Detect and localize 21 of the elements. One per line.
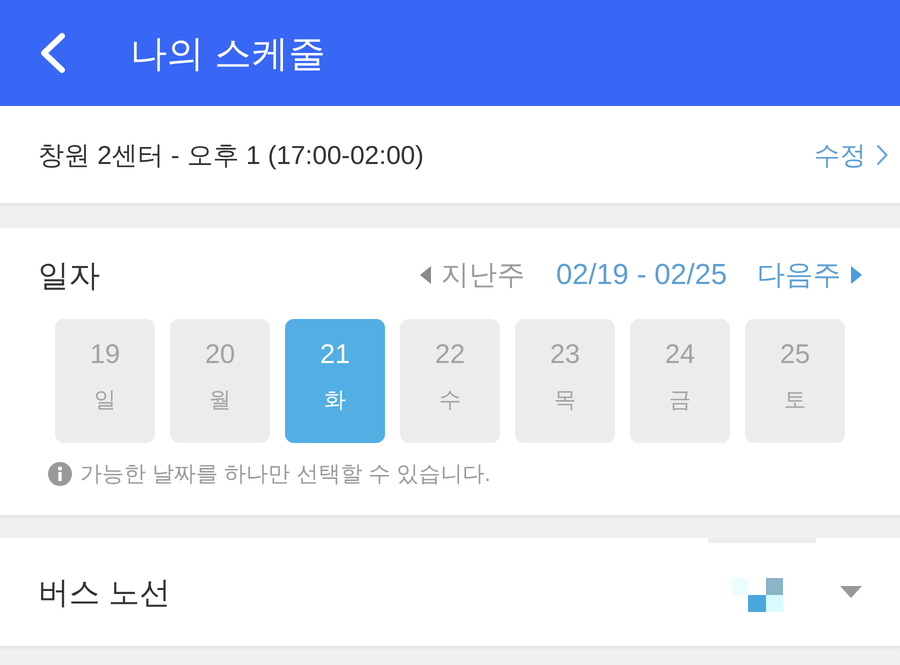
bus-route-label: 버스 노선 <box>38 576 171 608</box>
day-tile[interactable]: 23 목 <box>515 319 615 443</box>
day-tile[interactable]: 19 일 <box>55 319 155 443</box>
dropdown-caret-icon[interactable] <box>840 586 862 598</box>
right-triangle-icon <box>851 266 862 284</box>
info-icon <box>48 462 72 486</box>
edit-link[interactable]: 수정 <box>814 142 888 168</box>
shift-text: 창원 2센터 - 오후 1 (17:00-02:00) <box>38 142 424 168</box>
day-tile[interactable]: 24 금 <box>630 319 730 443</box>
chevron-right-icon <box>876 144 888 166</box>
day-tile[interactable]: 21 화 <box>285 319 385 443</box>
day-tile[interactable]: 25 토 <box>745 319 845 443</box>
next-week-button[interactable]: 다음주 <box>757 261 862 289</box>
date-label: 일자 <box>38 260 100 290</box>
week-range: 02/19 - 02/25 <box>556 260 727 290</box>
back-icon[interactable] <box>38 33 66 73</box>
selection-note: 가능한 날짜를 하나만 선택할 수 있습니다. <box>80 463 491 485</box>
left-triangle-icon <box>420 266 432 284</box>
day-tile[interactable]: 20 월 <box>170 319 270 443</box>
page-title: 나의 스케줄 <box>130 34 326 72</box>
day-tile[interactable]: 22 수 <box>400 319 500 443</box>
